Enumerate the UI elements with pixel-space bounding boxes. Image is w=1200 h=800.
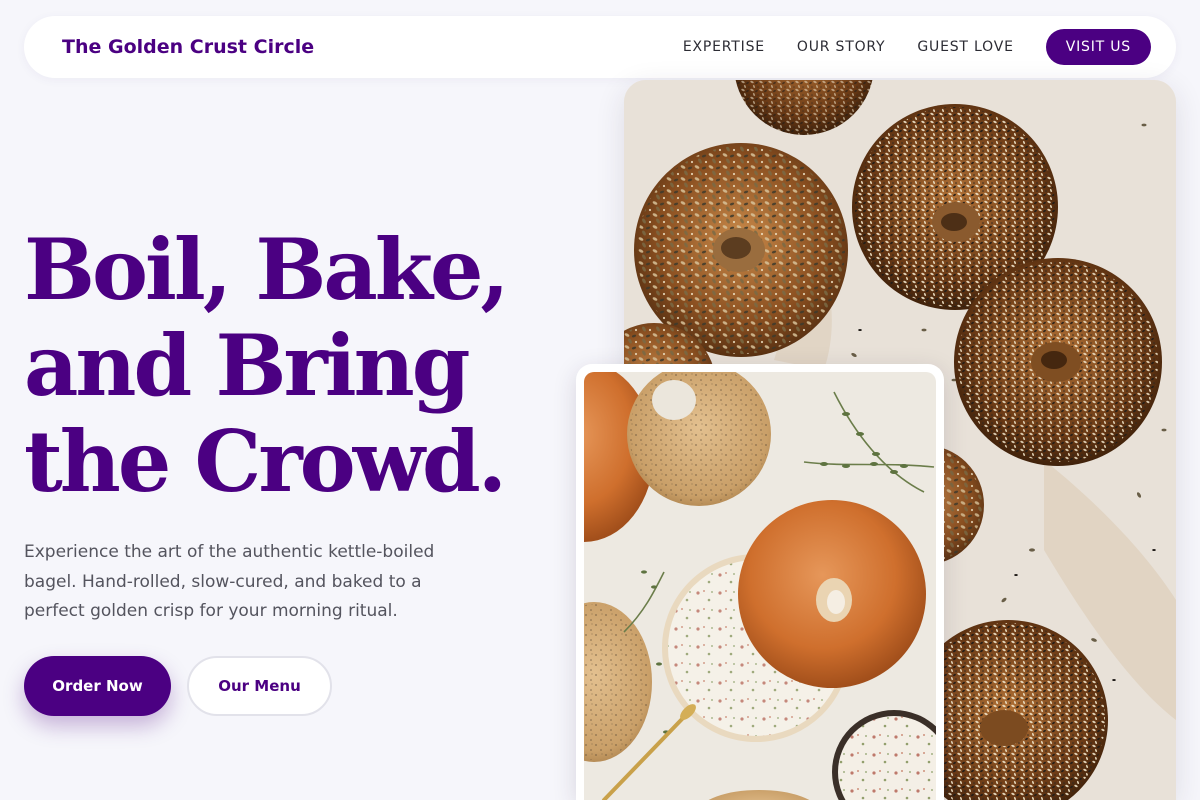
nav-link-expertise[interactable]: EXPERTISE: [683, 39, 765, 55]
site-header: The Golden Crust Circle EXPERTISE OUR ST…: [24, 16, 1176, 78]
inset-image-frame: [576, 364, 944, 800]
visit-us-button[interactable]: VISIT US: [1045, 29, 1151, 65]
hero-title-line-3: the Crowd.: [24, 412, 507, 511]
hero-title-line-2: and Bring: [24, 316, 470, 415]
our-menu-button[interactable]: Our Menu: [187, 656, 332, 716]
hero-description: Experience the art of the authentic kett…: [24, 542, 435, 621]
main-nav: EXPERTISE OUR STORY GUEST LOVE VISIT US: [683, 29, 1151, 65]
hero-title: Boil, Bake, and Bring the Crowd.: [24, 222, 584, 510]
hero-title-line-1: Boil, Bake,: [24, 220, 510, 319]
inset-image-cream-cheese-bagel: [584, 372, 936, 800]
nav-link-our-story[interactable]: OUR STORY: [797, 39, 886, 55]
nav-link-guest-love[interactable]: GUEST LOVE: [917, 39, 1013, 55]
order-now-button[interactable]: Order Now: [24, 656, 171, 716]
brand-logo[interactable]: The Golden Crust Circle: [62, 36, 314, 58]
